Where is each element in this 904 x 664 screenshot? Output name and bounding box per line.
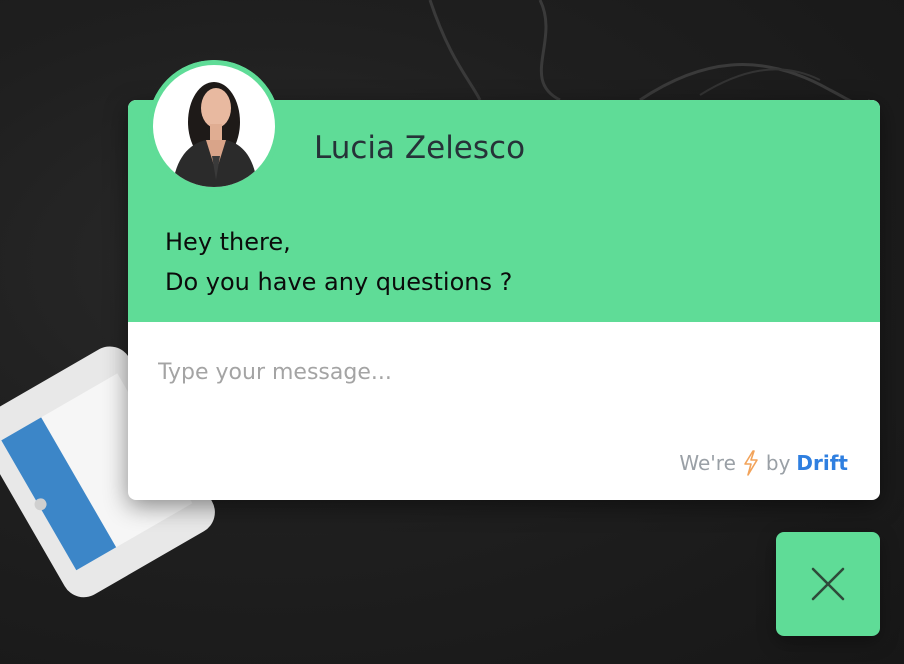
powered-by-drift: We're by Drift: [679, 450, 848, 476]
agent-avatar: [148, 60, 280, 192]
close-button[interactable]: [776, 532, 880, 636]
greeting-message: Hey there, Do you have any questions ?: [165, 222, 512, 302]
lightning-bolt-icon: [742, 450, 760, 476]
drift-link[interactable]: Drift: [796, 451, 848, 475]
chat-widget: Lucia Zelesco Hey there, Do you have any…: [128, 60, 880, 500]
powered-prefix: We're: [679, 451, 736, 475]
greeting-line-2: Do you have any questions ?: [165, 268, 513, 296]
powered-by-text: by: [765, 451, 791, 475]
message-input[interactable]: [158, 352, 848, 392]
close-icon: [811, 567, 845, 601]
greeting-line-1: Hey there,: [165, 228, 291, 256]
agent-name: Lucia Zelesco: [314, 130, 526, 166]
